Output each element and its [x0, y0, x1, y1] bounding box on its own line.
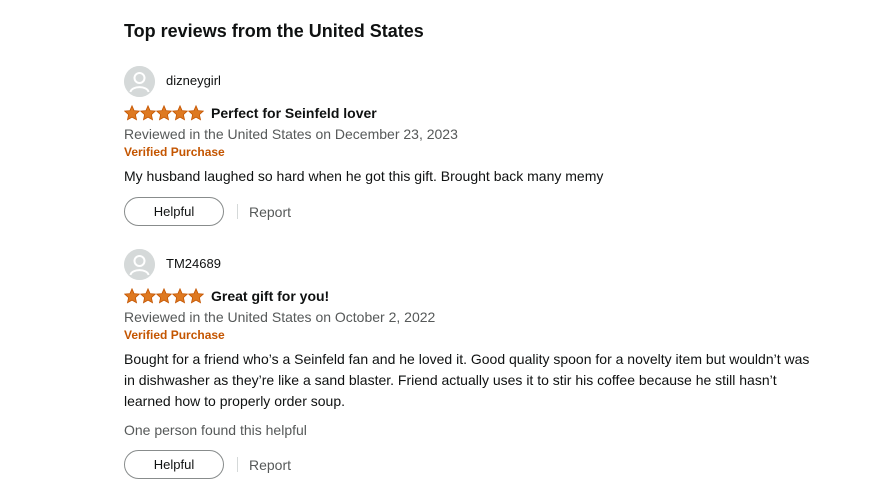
reviews-section: Top reviews from the United States dizne…: [0, 0, 882, 491]
star-icon: [188, 288, 204, 304]
star-icon: [156, 105, 172, 121]
star-rating[interactable]: [124, 105, 204, 121]
review-title[interactable]: Perfect for Seinfeld lover: [211, 103, 377, 123]
review-date: Reviewed in the United States on October…: [124, 309, 436, 325]
star-icon: [140, 105, 156, 121]
review-card: TM24689 Great gift for you! Reviewed in …: [124, 248, 824, 480]
review-title[interactable]: Great gift for you!: [211, 286, 329, 306]
review-actions: Helpful Report: [124, 449, 824, 480]
star-rating[interactable]: [124, 288, 204, 304]
helpful-count-text: One person found this helpful: [124, 422, 307, 438]
helpful-button[interactable]: Helpful: [124, 197, 224, 226]
verified-purchase-badge: Verified Purchase: [124, 145, 225, 159]
avatar-icon[interactable]: [124, 248, 155, 280]
review-body: Bought for a friend who’s a Seinfeld fan…: [124, 351, 810, 409]
report-link[interactable]: Report: [249, 455, 291, 475]
report-link[interactable]: Report: [249, 202, 291, 222]
action-divider: [237, 204, 238, 219]
helpful-button[interactable]: Helpful: [124, 450, 224, 479]
star-icon: [172, 105, 188, 121]
review-card: dizneygirl Perfect for Seinfeld lover Re…: [124, 65, 824, 227]
section-title: Top reviews from the United States: [124, 21, 424, 41]
action-divider: [237, 457, 238, 472]
review-date: Reviewed in the United States on Decembe…: [124, 126, 458, 142]
star-icon: [124, 105, 140, 121]
star-icon: [124, 288, 140, 304]
review-title-row: Perfect for Seinfeld lover: [124, 103, 824, 123]
profile-row[interactable]: TM24689: [124, 248, 824, 280]
star-icon: [172, 288, 188, 304]
profile-name[interactable]: dizneygirl: [166, 73, 221, 89]
verified-purchase-badge: Verified Purchase: [124, 328, 225, 342]
star-icon: [156, 288, 172, 304]
review-body: My husband laughed so hard when he got t…: [124, 168, 604, 184]
star-icon: [188, 105, 204, 121]
review-title-row: Great gift for you!: [124, 286, 824, 306]
profile-row[interactable]: dizneygirl: [124, 65, 824, 97]
review-actions: Helpful Report: [124, 196, 824, 227]
star-icon: [140, 288, 156, 304]
avatar-icon[interactable]: [124, 65, 155, 97]
profile-name[interactable]: TM24689: [166, 256, 221, 272]
